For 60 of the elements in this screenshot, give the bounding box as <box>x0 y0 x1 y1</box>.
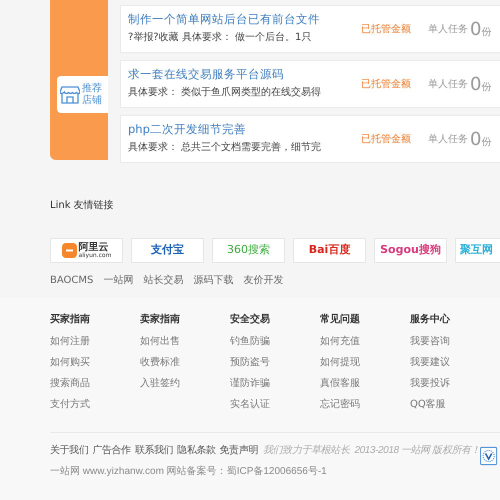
footer-link[interactable]: 收费标准 <box>140 355 230 370</box>
footer-heading: 安全交易 <box>230 312 271 327</box>
task-title-link[interactable]: 求一套在线交易服务平台源码 <box>128 68 361 82</box>
footer-link[interactable]: 如何出售 <box>140 334 230 349</box>
task-count: 0份 <box>470 18 492 42</box>
footer-link[interactable]: 隐私条款 <box>177 443 216 458</box>
footer-link[interactable]: 如何购买 <box>50 355 140 370</box>
footer-heading: 买家指南 <box>50 312 91 327</box>
footer-link[interactable]: 真假客服 <box>320 376 410 391</box>
copyright-text: 2013-2018 一站网 版权所有！ <box>354 444 480 458</box>
footer-heading: 服务中心 <box>410 312 451 327</box>
promo-tab[interactable]: 推荐店铺 <box>57 76 108 113</box>
footer-link[interactable]: 我要咨询 <box>410 334 500 349</box>
footer-link[interactable]: 支付方式 <box>50 397 140 412</box>
footer-link[interactable]: 关于我们 <box>50 443 88 458</box>
footer-link[interactable]: 免责声明 <box>220 443 258 458</box>
footer-link[interactable]: 谨防诈骗 <box>230 376 320 391</box>
footer-link[interactable]: 预防盗号 <box>230 355 320 370</box>
footer-link[interactable]: 钓鱼防骗 <box>230 334 320 349</box>
section-heading: Link 友情链接 <box>50 198 115 213</box>
partner-logo[interactable]: 聚互网 <box>455 238 500 263</box>
footer-link[interactable]: QQ客服 <box>410 397 500 412</box>
task-count: 0份 <box>470 128 492 152</box>
footer-link[interactable]: 如何注册 <box>50 334 140 349</box>
escrow-status: 已托管金额 <box>361 78 412 92</box>
task-type: 单人任务 <box>428 132 469 146</box>
slogan-text: 我们致力于草根站长 <box>263 444 350 458</box>
task-description: 具体要求： 总共三个文档需要完善，细节完 <box>128 140 322 156</box>
friend-link[interactable]: 友价开发 <box>243 273 284 288</box>
record-text: 一站网 www.yizhanw.com 网站备案号：蜀ICP备12006656号-1 <box>50 464 328 479</box>
friend-link[interactable]: 站长交易 <box>143 273 184 288</box>
friend-link[interactable]: 一站网 <box>103 273 134 288</box>
footer-link[interactable]: 广告合作 <box>92 443 131 458</box>
escrow-status: 已托管金额 <box>361 22 412 36</box>
footer-link[interactable]: 我要建议 <box>410 355 500 370</box>
footer-link[interactable]: 如何提现 <box>320 355 410 370</box>
partner-logo[interactable]: 360搜索 <box>212 238 285 263</box>
friend-link[interactable]: BAOCMS <box>50 273 94 288</box>
task-count: 0份 <box>470 72 492 96</box>
footer-link[interactable]: 入驻签约 <box>140 376 230 391</box>
partner-logo[interactable]: Sogou搜狗 <box>374 238 447 263</box>
footer-link[interactable]: 忘记密码 <box>320 397 410 412</box>
escrow-status: 已托管金额 <box>361 132 412 146</box>
footer-heading: 卖家指南 <box>140 312 181 327</box>
task-title-link[interactable]: php二次开发细节完善 <box>128 122 361 136</box>
task-type: 单人任务 <box>428 78 469 92</box>
footer-link[interactable]: 实名认证 <box>230 397 320 412</box>
shop-icon <box>60 86 80 104</box>
task-title-link[interactable]: 制作一个简单网站后台已有前台文件 <box>128 12 361 26</box>
footer-link[interactable]: 如何充值 <box>320 334 410 349</box>
friend-link[interactable]: 源码下载 <box>193 273 234 288</box>
footer-link[interactable]: 搜索商品 <box>50 376 140 391</box>
partner-logo[interactable]: Bai百度 <box>293 238 366 263</box>
task-description: ?举报?收藏 具体要求： 做一个后台。1只 <box>128 30 312 46</box>
footer-heading: 常见问题 <box>320 312 361 327</box>
task-type: 单人任务 <box>428 22 469 36</box>
task-description: 具体要求： 类似于鱼爪网类型的在线交易得 <box>128 86 322 100</box>
partner-logo[interactable]: 支付宝 <box>131 238 204 263</box>
footer-link[interactable]: 联系我们 <box>134 443 174 458</box>
footer-link[interactable]: 我要投诉 <box>410 376 500 391</box>
